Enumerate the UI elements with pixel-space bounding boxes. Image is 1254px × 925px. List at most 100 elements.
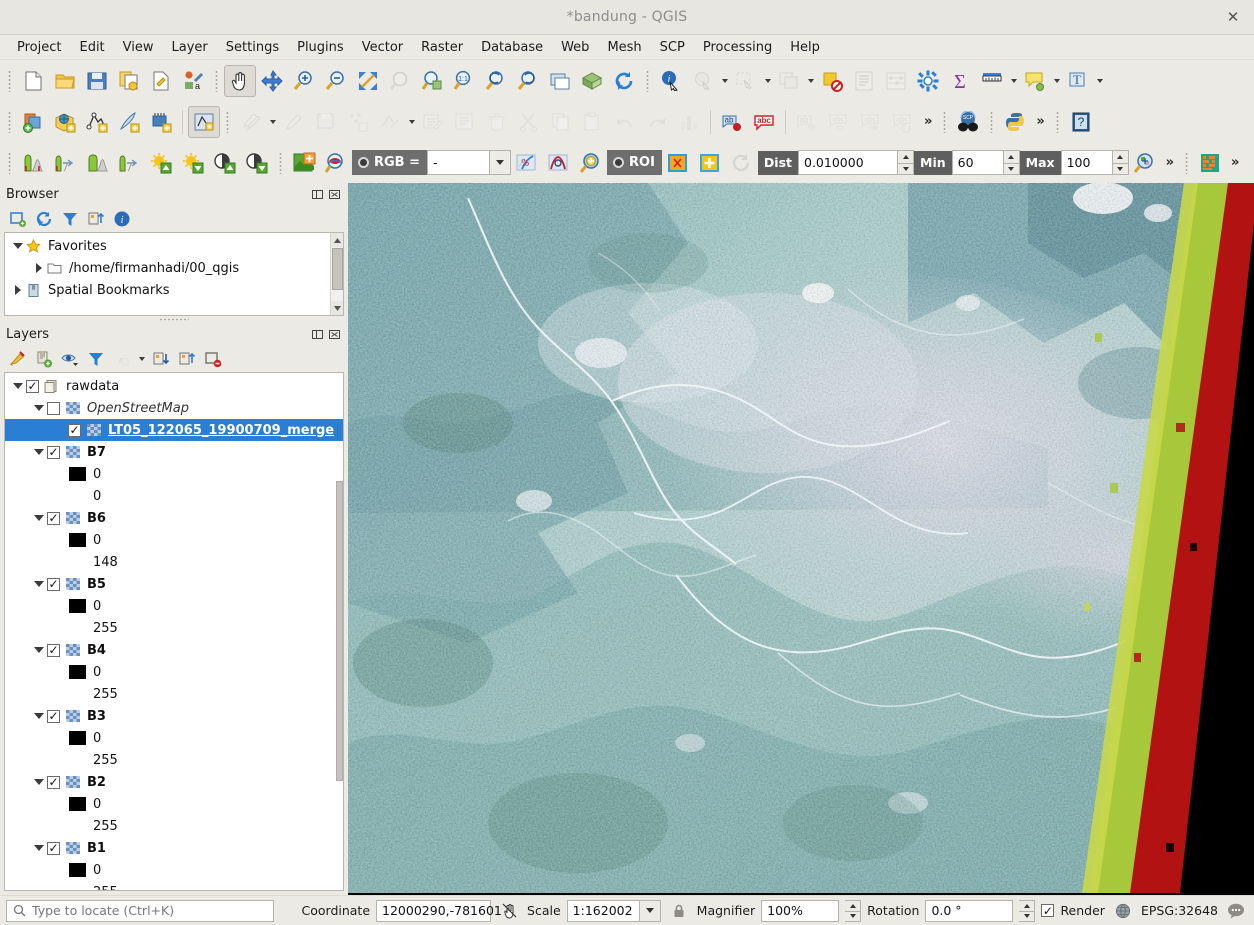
decrease-contrast-button[interactable]	[241, 147, 273, 179]
layers-tree[interactable]: rawdata OpenStreetMap LT05_122065_19900709…	[4, 372, 344, 891]
scp-dock-button[interactable]: SCP	[952, 106, 984, 138]
min-spinner[interactable]	[1003, 150, 1020, 175]
pan-to-selection-button[interactable]	[256, 65, 288, 97]
expand-arrow-down-icon[interactable]	[30, 713, 47, 719]
menu-edit[interactable]: Edit	[70, 37, 113, 58]
cumulative-cut-stretch-button[interactable]	[17, 147, 49, 179]
dist-spinner[interactable]	[898, 150, 914, 175]
messages-log-icon[interactable]	[1224, 899, 1248, 923]
deselect-features-button[interactable]	[816, 65, 848, 97]
menu-processing[interactable]: Processing	[694, 37, 781, 58]
toggle-editing-button[interactable]	[278, 106, 310, 138]
expand-arrow-right-icon[interactable]	[30, 263, 47, 273]
max-spin-up[interactable]	[1112, 150, 1129, 163]
zoom-next-button[interactable]	[512, 65, 544, 97]
delete-selected-button[interactable]	[481, 106, 513, 138]
open-layer-styling-icon[interactable]	[6, 347, 30, 371]
zoom-last-button[interactable]	[480, 65, 512, 97]
layer-tree-row[interactable]: B5	[5, 573, 343, 595]
plugins-toolbar-overflow[interactable]: »	[1031, 114, 1049, 129]
scp-roi-toggle[interactable]: ROI	[607, 150, 662, 175]
new-3d-map-view-button[interactable]	[576, 65, 608, 97]
browser-scroll-down[interactable]	[331, 301, 343, 315]
toolbar-handle-4[interactable]	[5, 109, 14, 135]
zoom-in-button[interactable]	[288, 65, 320, 97]
layer-visibility-checkbox[interactable]	[47, 577, 60, 591]
expand-arrow-down-icon[interactable]	[9, 383, 26, 389]
layers-scroll-thumb[interactable]	[336, 481, 343, 781]
rgb-composite-value[interactable]: -	[427, 150, 491, 175]
layer-tree-row[interactable]: 0	[5, 859, 343, 881]
zoom-native-button[interactable]: 1:1	[448, 65, 480, 97]
magnifier-spinner[interactable]	[845, 899, 862, 922]
layers-float-button[interactable]	[310, 327, 325, 342]
decrease-brightness-button[interactable]	[177, 147, 209, 179]
browser-scrollbar[interactable]	[330, 233, 343, 315]
expand-arrow-right-icon[interactable]	[9, 285, 26, 295]
layer-visibility-checkbox[interactable]	[47, 709, 60, 723]
layer-visibility-checkbox[interactable]	[47, 445, 60, 459]
browser-float-button[interactable]	[310, 187, 325, 202]
layer-visibility-checkbox[interactable]	[47, 511, 60, 525]
annotation-dropdown[interactable]	[1094, 65, 1105, 97]
browser-tree[interactable]: Favorites/home/firmanhadi/00_qgis Spatial…	[4, 232, 344, 316]
layer-tree-row[interactable]: B1	[5, 837, 343, 859]
remove-layer-icon[interactable]	[201, 347, 225, 371]
expand-arrow-down-icon[interactable]	[30, 779, 47, 785]
rgb-composite-dropdown-arrow[interactable]	[490, 150, 512, 175]
sum-statistics-button[interactable]: Σ	[944, 65, 976, 97]
layer-tree-row[interactable]: 255	[5, 749, 343, 771]
copy-features-button[interactable]	[545, 106, 577, 138]
toolbar-handle-2[interactable]	[212, 68, 221, 94]
browser-item-favorites[interactable]: Favorites	[5, 235, 343, 257]
browser-scroll-up[interactable]	[331, 233, 343, 247]
browser-scroll-thumb[interactable]	[332, 248, 343, 290]
attribute-table-dropdown[interactable]	[805, 65, 816, 97]
zoom-to-selection-button[interactable]	[384, 65, 416, 97]
menu-view[interactable]: View	[114, 37, 163, 58]
crs-globe-icon[interactable]	[1111, 899, 1135, 923]
toolbar-handle-7[interactable]	[987, 109, 996, 135]
scp-rgb-composite-button[interactable]	[320, 147, 352, 179]
layer-tree-row[interactable]: rawdata	[5, 375, 343, 397]
map-canvas[interactable]	[348, 183, 1254, 893]
run-feature-action-button[interactable]	[687, 65, 719, 97]
save-project-button[interactable]	[81, 65, 113, 97]
menu-database[interactable]: Database	[472, 37, 552, 58]
layer-tree-row[interactable]: 0	[5, 529, 343, 551]
filter-browser-icon[interactable]	[58, 207, 82, 231]
increase-brightness-button[interactable]	[145, 147, 177, 179]
filter-legend-dropdown[interactable]	[136, 347, 147, 371]
text-annotation-button[interactable]: T	[1062, 65, 1094, 97]
rotate-label-button[interactable]: abc	[887, 106, 919, 138]
expand-arrow-down-icon[interactable]	[30, 845, 47, 851]
layer-visibility-checkbox[interactable]	[47, 643, 60, 657]
max-spin-down[interactable]	[1112, 162, 1129, 175]
scp-activate-roi-pointer-button[interactable]	[662, 147, 694, 179]
expand-arrow-down-icon[interactable]	[30, 515, 47, 521]
layer-visibility-checkbox[interactable]	[26, 379, 39, 393]
layer-tree-row[interactable]: 255	[5, 881, 343, 891]
add-raster-layer-button[interactable]	[81, 106, 113, 138]
new-print-layout-button[interactable]	[113, 65, 145, 97]
feature-action-dropdown[interactable]	[719, 65, 730, 97]
processing-toolbox-button[interactable]	[912, 65, 944, 97]
scp-classification-preview-button[interactable]	[1194, 147, 1226, 179]
locator-search-field[interactable]: Type to locate (Ctrl+K)	[6, 899, 274, 922]
expand-arrow-down-icon[interactable]	[30, 449, 47, 455]
menu-vector[interactable]: Vector	[353, 37, 412, 58]
browser-item-home-firmanhadi-00-qgis[interactable]: /home/firmanhadi/00_qgis	[5, 257, 343, 279]
filter-legend-icon[interactable]	[84, 347, 108, 371]
layer-tree-row[interactable]: 148	[5, 551, 343, 573]
scp-toolbar-overflow[interactable]: »	[1161, 155, 1179, 170]
scp-temp-roi-button[interactable]: %	[511, 147, 543, 179]
layer-tree-row[interactable]: 255	[5, 617, 343, 639]
toolbar-handle-5[interactable]	[223, 109, 232, 135]
layer-tree-row[interactable]: 0	[5, 793, 343, 815]
scp-zoom-to-roi-button[interactable]	[575, 147, 607, 179]
toolbar-handle-8[interactable]	[1053, 109, 1062, 135]
style-manager-alt-button[interactable]: a	[177, 65, 209, 97]
lock-scale-icon[interactable]	[667, 899, 691, 923]
modify-attributes-button[interactable]	[417, 106, 449, 138]
pin-labels-button[interactable]: abc	[855, 106, 887, 138]
